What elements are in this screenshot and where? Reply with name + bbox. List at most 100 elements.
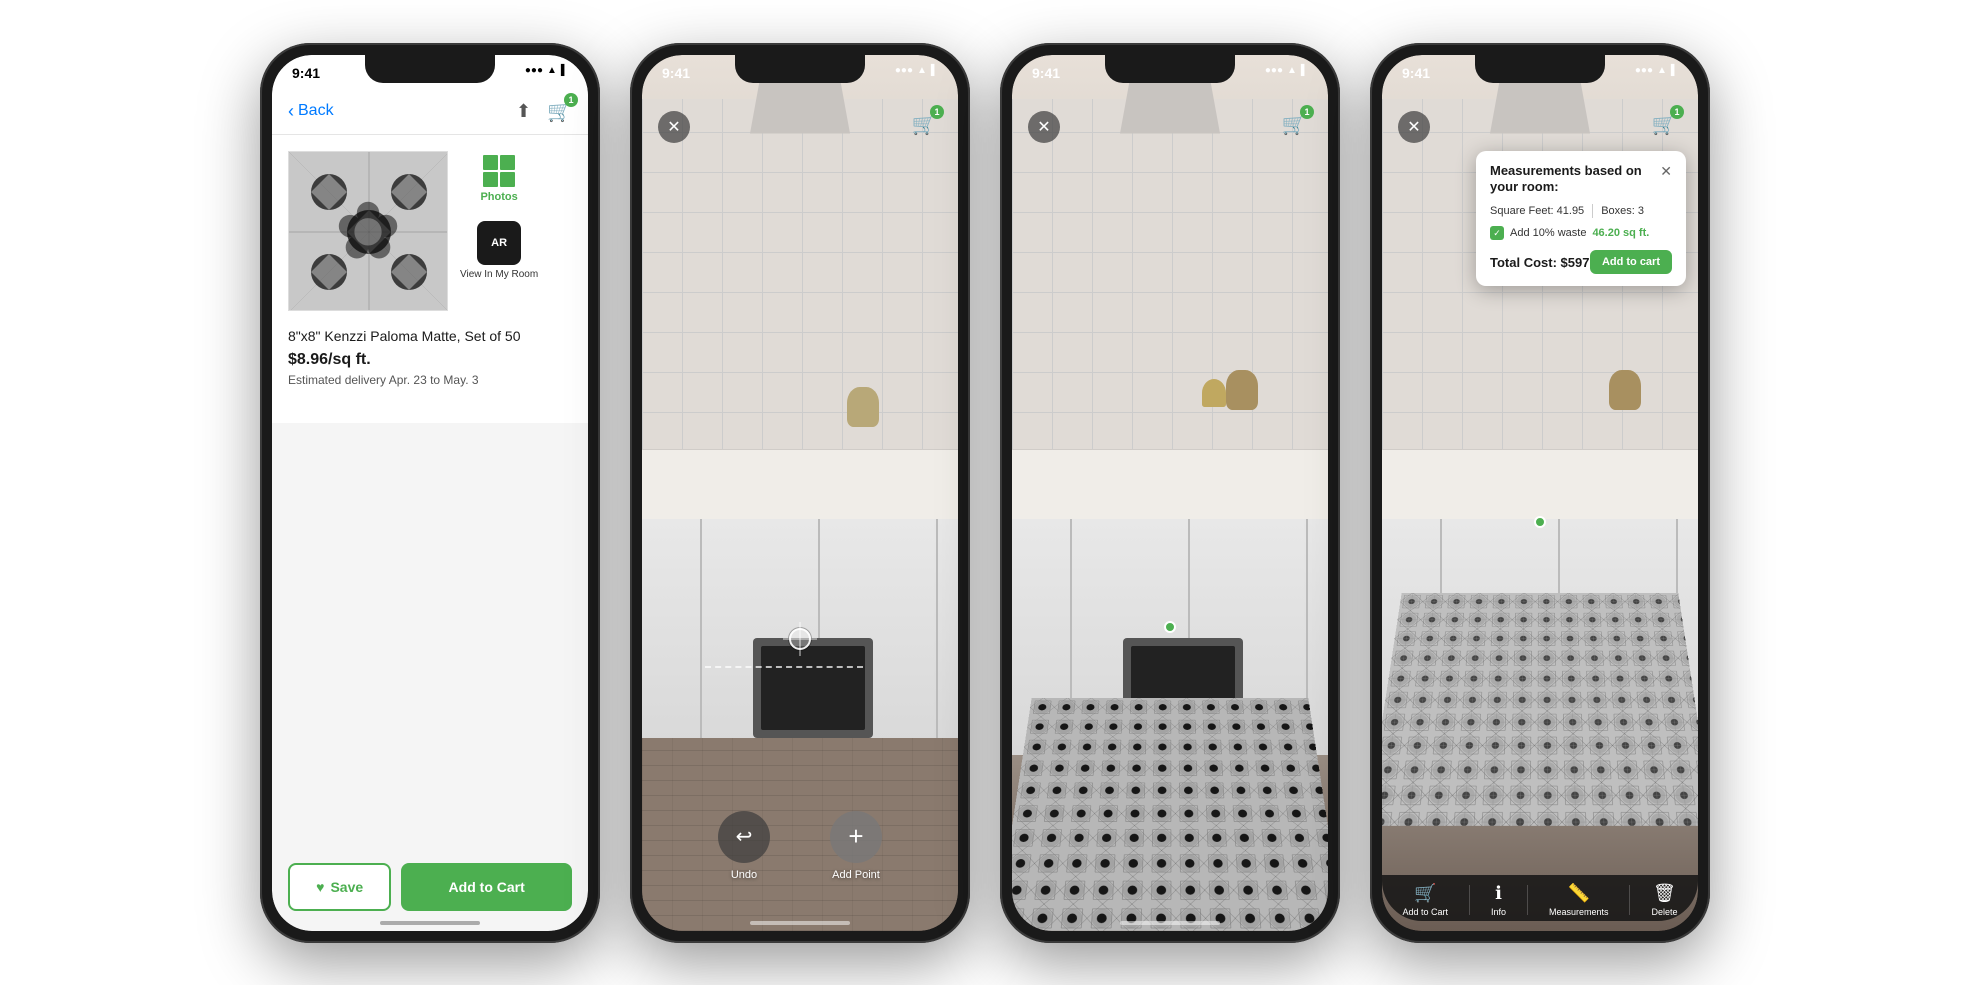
photos-button[interactable]: Photos [460, 155, 538, 203]
back-chevron-icon: ‹ [288, 101, 294, 122]
ar-view-button[interactable]: AR View In My Room [460, 221, 538, 281]
status-time-3: 9:41 [1032, 65, 1060, 81]
toolbar-info-icon: ℹ [1495, 883, 1502, 904]
kitchen-wall-tiles-2 [642, 99, 958, 493]
wifi-icon-4: ▲ [1657, 65, 1667, 76]
toolbar-cart-icon: 🛒 [1414, 883, 1436, 904]
view-options: Photos AR View In My Room [460, 151, 538, 281]
product-image-section: Photos AR View In My Room [288, 151, 572, 311]
signal-icon-2: ●●● [895, 65, 913, 76]
status-time-1: 9:41 [292, 65, 320, 81]
undo-button[interactable]: ↩ Undo [718, 811, 770, 881]
kettle-4 [1609, 370, 1641, 410]
ar-marker-4 [1534, 516, 1546, 528]
battery-icon-2: ▌ [931, 65, 938, 76]
toolbar-delete-label: Delete [1651, 907, 1677, 917]
toolbar-info-label: Info [1491, 907, 1506, 917]
kettle-2 [847, 387, 879, 427]
home-indicator-1 [380, 921, 480, 925]
header-icons: ⬆ 🛒 1 [516, 99, 572, 124]
toolbar-measurements[interactable]: 📏 Measurements [1549, 883, 1609, 917]
ar-bottom-toolbar: 🛒 Add to Cart ℹ Info 📏 Measurements 🗑 De… [1382, 875, 1698, 921]
kitchen-counter-2 [642, 449, 958, 519]
share-icon[interactable]: ⬆ [516, 101, 531, 122]
ar-view-label: View In My Room [460, 269, 538, 281]
battery-icon-4: ▌ [1671, 65, 1678, 76]
status-icons-2: ●●● ▲ ▌ [895, 65, 938, 76]
signal-icon-3: ●●● [1265, 65, 1283, 76]
popup-total-row: Total Cost: $597 Add to cart [1490, 250, 1672, 274]
ar-screen-empty: 9:41 ●●● ▲ ▌ ✕ 🛒 1 ↩ Undo + [642, 55, 958, 931]
popup-divider [1592, 204, 1593, 218]
tile-floor-3 [1012, 697, 1328, 930]
product-tile-image [288, 151, 448, 311]
square-feet-value: Square Feet: 41.95 [1490, 205, 1584, 217]
notch-1 [365, 55, 495, 83]
waste-checkbox[interactable]: ✓ [1490, 226, 1504, 240]
popup-add-to-cart-label: Add to cart [1602, 256, 1660, 268]
kettle-3 [1226, 370, 1258, 410]
tile-pattern [289, 152, 447, 310]
undo-label: Undo [731, 869, 757, 881]
measurement-line [705, 666, 863, 668]
kitchen-wall-tiles-3 [1012, 99, 1328, 493]
wifi-icon: ▲ [547, 65, 557, 76]
waste-label: Add 10% waste [1510, 227, 1586, 239]
back-label: Back [298, 102, 334, 120]
cart-icon-wrap[interactable]: 🛒 1 [547, 99, 572, 124]
home-indicator-2 [750, 921, 850, 925]
heart-icon: ♥ [316, 879, 324, 895]
product-content: Photos AR View In My Room 8"x8" Kenzzi P… [272, 135, 588, 423]
save-label: Save [330, 879, 363, 895]
ar-cart-badge-3: 1 [1300, 105, 1314, 119]
add-point-label: Add Point [832, 869, 880, 881]
boxes-value: Boxes: 3 [1601, 205, 1644, 217]
add-point-button[interactable]: + Add Point [830, 811, 882, 881]
ar-close-button-4[interactable]: ✕ [1398, 111, 1430, 143]
phone-3: 9:41 ●●● ▲ ▌ ✕ 🛒 1 [1000, 43, 1340, 943]
ar-cart-badge-4: 1 [1670, 105, 1684, 119]
toolbar-add-to-cart[interactable]: 🛒 Add to Cart [1402, 883, 1448, 917]
toolbar-divider-3 [1629, 885, 1630, 915]
notch-3 [1105, 55, 1235, 83]
toolbar-measurements-icon: 📏 [1568, 883, 1590, 904]
toolbar-divider-2 [1527, 885, 1528, 915]
tile-floor-4 [1382, 592, 1698, 825]
toolbar-delete[interactable]: 🗑 Delete [1651, 883, 1677, 917]
toolbar-delete-icon: 🗑 [1653, 883, 1676, 904]
photos-label: Photos [480, 191, 517, 203]
notch-4 [1475, 55, 1605, 83]
wifi-icon-2: ▲ [917, 65, 927, 76]
popup-add-to-cart-button[interactable]: Add to cart [1590, 250, 1672, 274]
product-footer: ♥ Save Add to Cart [272, 863, 588, 911]
photos-grid-icon [483, 155, 515, 187]
wifi-icon-3: ▲ [1287, 65, 1297, 76]
ar-close-button-3[interactable]: ✕ [1028, 111, 1060, 143]
ar-close-button-2[interactable]: ✕ [658, 111, 690, 143]
kitchen-counter-3 [1012, 449, 1328, 519]
add-to-cart-label: Add to Cart [449, 879, 525, 895]
battery-icon-3: ▌ [1301, 65, 1308, 76]
popup-measurements-row: Square Feet: 41.95 Boxes: 3 [1490, 204, 1672, 218]
status-icons-1: ●●● ▲ ▌ [525, 65, 568, 76]
home-indicator-3 [1120, 921, 1220, 925]
popup-title: Measurements based on your room: [1490, 163, 1660, 197]
phone-4: 9:41 ●●● ▲ ▌ ✕ 🛒 1 Measurements based on… [1370, 43, 1710, 943]
add-to-cart-button[interactable]: Add to Cart [401, 863, 572, 911]
product-screen: 9:41 ●●● ▲ ▌ ‹ Back ⬆ 🛒 1 [272, 55, 588, 931]
battery-icon: ▌ [561, 65, 568, 76]
ar-screen-measurements: 9:41 ●●● ▲ ▌ ✕ 🛒 1 Measurements based on… [1382, 55, 1698, 931]
product-price: $8.96/sq ft. [288, 351, 572, 369]
save-button[interactable]: ♥ Save [288, 863, 391, 911]
counter-decor-3 [1202, 379, 1226, 407]
back-button[interactable]: ‹ Back [288, 101, 334, 122]
waste-amount: 46.20 sq ft. [1592, 227, 1649, 239]
popup-close-button[interactable]: ✕ [1660, 163, 1672, 180]
kitchen-counter-4 [1382, 449, 1698, 519]
notch-2 [735, 55, 865, 83]
ar-controls-2: ↩ Undo + Add Point [642, 811, 958, 881]
toolbar-info[interactable]: ℹ Info [1491, 883, 1506, 917]
add-point-circle: + [830, 811, 882, 863]
kitchen-background-3 [1012, 55, 1328, 931]
total-cost: Total Cost: $597 [1490, 255, 1589, 270]
